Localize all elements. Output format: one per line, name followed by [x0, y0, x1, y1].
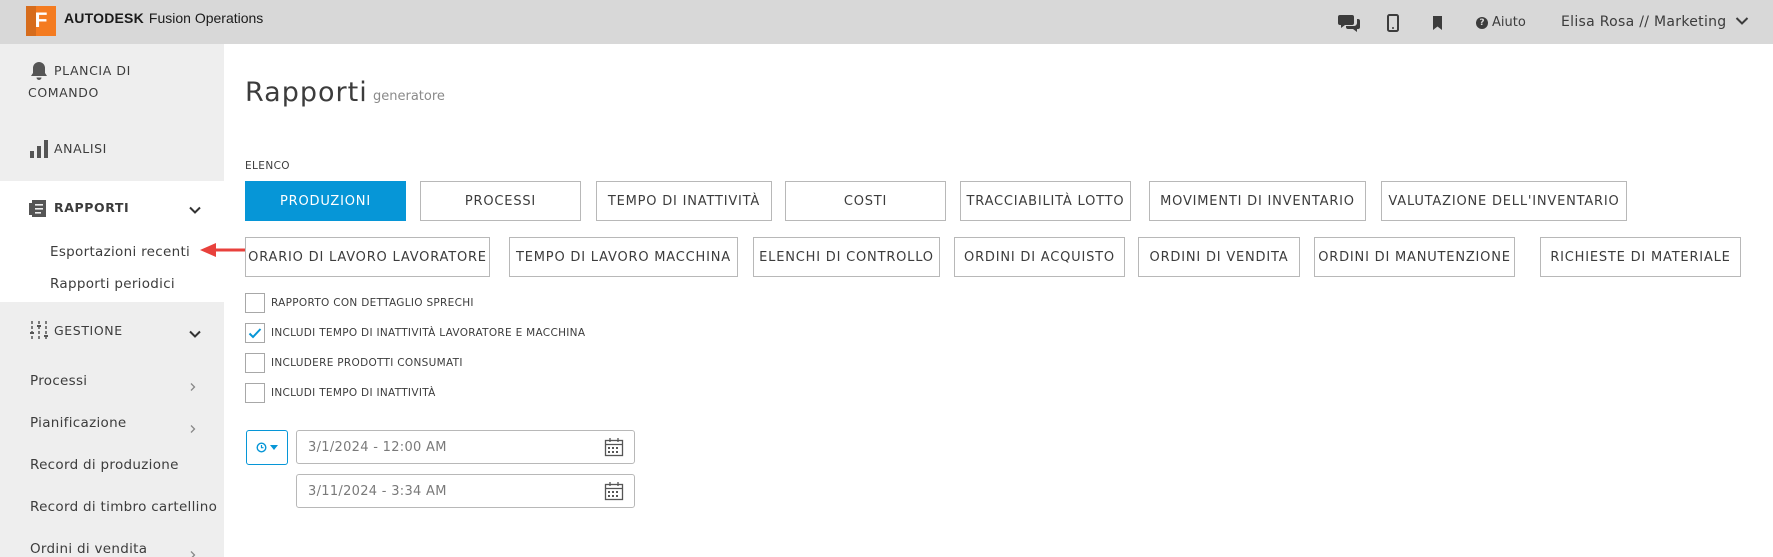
brand-autodesk: AUTODESK: [64, 10, 144, 26]
report-type-lot-traceability-button[interactable]: TRACCIABILITÀ LOTTO: [960, 181, 1131, 221]
report-type-purchase-orders-button[interactable]: ORDINI DI ACQUISTO: [954, 237, 1125, 277]
clock-icon: [256, 442, 267, 453]
option-waste-detail[interactable]: RAPPORTO CON DETTAGLIO SPRECHI: [245, 293, 474, 313]
option-label: INCLUDI TEMPO DI INATTIVITÀ LAVORATORE E…: [271, 327, 586, 339]
help-icon: ?: [1476, 16, 1488, 29]
report-type-material-requests-button[interactable]: RICHIESTE DI MATERIALE: [1540, 237, 1741, 277]
report-type-inventory-movements-button[interactable]: MOVIMENTI DI INVENTARIO: [1149, 181, 1366, 221]
report-type-processes-button[interactable]: PROCESSI: [420, 181, 581, 221]
include-worker-machine-downtime-checkbox[interactable]: [245, 323, 265, 343]
report-type-maintenance-orders-button[interactable]: ORDINI DI MANUTENZIONE: [1314, 237, 1515, 277]
chevron-right-icon: [188, 419, 198, 433]
sidebar-item-planning[interactable]: Pianificazione: [30, 415, 127, 431]
chevron-down-icon[interactable]: [188, 326, 202, 340]
date-to-input[interactable]: [296, 474, 635, 508]
sidebar-item-label: GESTIONE: [54, 323, 123, 338]
list-label: ELENCO: [245, 160, 290, 172]
bookmark-icon[interactable]: [1426, 12, 1448, 34]
include-consumed-products-checkbox[interactable]: [245, 353, 265, 373]
sidebar-item-dashboard[interactable]: PLANCIA DI COMANDO: [28, 60, 198, 104]
sidebar-item-label: ANALISI: [54, 141, 107, 156]
page-title: Rapporti: [245, 77, 368, 108]
sidebar-item-timeclock-records[interactable]: Record di timbro cartellino: [30, 499, 217, 515]
sidebar-item-processes[interactable]: Processi: [30, 373, 87, 389]
brand-name: AUTODESK Fusion Operations: [64, 10, 263, 26]
report-type-machine-time-button[interactable]: TEMPO DI LAVORO MACCHINA: [509, 237, 738, 277]
mobile-icon[interactable]: [1382, 12, 1404, 34]
chevron-right-icon: [188, 377, 198, 391]
sidebar-subitem-recent-exports[interactable]: Esportazioni recenti: [50, 244, 190, 260]
fusion-logo-icon[interactable]: F: [26, 6, 56, 36]
user-menu[interactable]: Elisa Rosa // Marketing: [1561, 14, 1749, 30]
page-subtitle: generatore: [373, 89, 445, 104]
bar-chart-icon: [28, 138, 50, 160]
sidebar-item-label: RAPPORTI: [54, 200, 130, 215]
calendar-icon[interactable]: [604, 481, 624, 501]
calendar-icon[interactable]: [604, 437, 624, 457]
report-type-sales-orders-button[interactable]: ORDINI DI VENDITA: [1138, 237, 1300, 277]
waste-detail-checkbox[interactable]: [245, 293, 265, 313]
report-type-productions-button[interactable]: PRODUZIONI: [245, 181, 406, 221]
document-icon: [28, 197, 50, 219]
report-type-checklists-button[interactable]: ELENCHI DI CONTROLLO: [753, 237, 940, 277]
caret-down-icon: [270, 445, 278, 450]
sidebar: PLANCIA DI COMANDO ANALISI RAPPORTI Espo…: [0, 44, 224, 557]
sidebar-item-label: PLANCIA DI COMANDO: [28, 63, 131, 100]
report-type-worker-hours-button[interactable]: ORARIO DI LAVORO LAVORATORE: [245, 237, 490, 277]
chevron-down-icon[interactable]: [188, 202, 202, 216]
report-type-inventory-valuation-button[interactable]: VALUTAZIONE DELL'INVENTARIO: [1381, 181, 1627, 221]
option-include-consumed-products[interactable]: INCLUDERE PRODOTTI CONSUMATI: [245, 353, 463, 373]
user-label: Elisa Rosa // Marketing: [1561, 14, 1727, 30]
include-downtime-checkbox[interactable]: [245, 383, 265, 403]
chevron-down-icon: [1735, 14, 1749, 30]
chevron-right-icon: [188, 545, 198, 557]
option-label: INCLUDI TEMPO DI INATTIVITÀ: [271, 387, 436, 399]
help-label: Aiuto: [1492, 15, 1526, 30]
help-link[interactable]: ? Aiuto: [1476, 15, 1526, 30]
sidebar-subitem-periodic-reports[interactable]: Rapporti periodici: [50, 276, 175, 292]
chat-icon[interactable]: [1338, 12, 1360, 34]
sidebar-item-management[interactable]: GESTIONE: [28, 320, 123, 342]
brand-product: Fusion Operations: [148, 10, 264, 26]
option-label: INCLUDERE PRODOTTI CONSUMATI: [271, 357, 463, 369]
timezone-dropdown-button[interactable]: [246, 430, 288, 465]
report-type-costs-button[interactable]: COSTI: [785, 181, 946, 221]
option-include-downtime[interactable]: INCLUDI TEMPO DI INATTIVITÀ: [245, 383, 436, 403]
sidebar-item-production-records[interactable]: Record di produzione: [30, 457, 179, 473]
top-bar: F AUTODESK Fusion Operations ? Aiuto Elis…: [0, 0, 1773, 44]
report-type-downtime-button[interactable]: TEMPO DI INATTIVITÀ: [596, 181, 772, 221]
sidebar-item-reports[interactable]: RAPPORTI: [28, 197, 129, 219]
date-from-input[interactable]: [296, 430, 635, 464]
sidebar-item-analysis[interactable]: ANALISI: [28, 138, 107, 160]
option-label: RAPPORTO CON DETTAGLIO SPRECHI: [271, 297, 474, 309]
sliders-icon: [28, 320, 50, 342]
sidebar-item-sales-orders[interactable]: Ordini di vendita: [30, 541, 147, 557]
checkmark-icon: [248, 328, 262, 339]
option-include-worker-machine-downtime[interactable]: INCLUDI TEMPO DI INATTIVITÀ LAVORATORE E…: [245, 323, 585, 343]
